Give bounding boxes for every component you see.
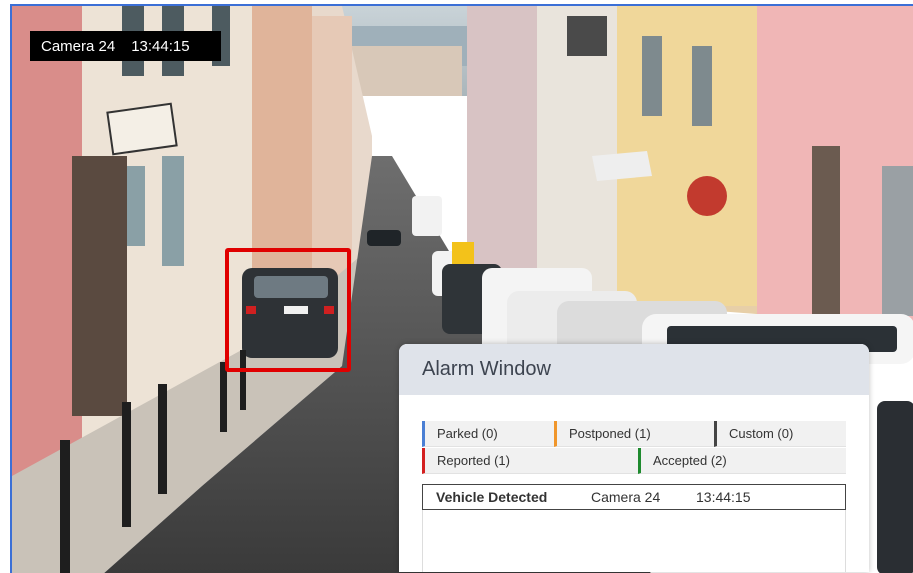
tab-accepted[interactable]: Accepted (2): [638, 448, 846, 474]
overlay-camera-name: Camera 24: [41, 37, 116, 55]
alarm-window: Alarm Window Parked (0) Postponed (1) Cu…: [399, 344, 869, 572]
overlay-time: 13:44:15: [131, 37, 190, 55]
alarm-window-body: Parked (0) Postponed (1) Custom (0) Repo…: [399, 395, 869, 572]
event-camera: Camera 24: [591, 489, 661, 505]
event-type: Vehicle Detected: [436, 489, 548, 505]
tab-custom[interactable]: Custom (0): [714, 421, 846, 447]
alarm-event-row[interactable]: Vehicle Detected Camera 24 13:44:15: [422, 484, 846, 510]
tab-postponed-label: Postponed (1): [569, 426, 651, 441]
tab-parked-label: Parked (0): [437, 426, 498, 441]
alarm-window-header[interactable]: Alarm Window: [399, 344, 869, 395]
tab-custom-label: Custom (0): [729, 426, 794, 441]
tab-postponed[interactable]: Postponed (1): [554, 421, 714, 447]
vehicle-detection-box: [225, 248, 351, 372]
tab-reported-label: Reported (1): [437, 453, 510, 468]
tab-reported[interactable]: Reported (1): [422, 448, 638, 474]
tab-accepted-label: Accepted (2): [653, 453, 727, 468]
camera-timestamp-overlay: Camera 24 13:44:15: [30, 31, 221, 61]
alarm-event-list: [422, 510, 846, 572]
alarm-window-title: Alarm Window: [422, 358, 551, 380]
tab-parked[interactable]: Parked (0): [422, 421, 554, 447]
event-time: 13:44:15: [696, 489, 751, 505]
